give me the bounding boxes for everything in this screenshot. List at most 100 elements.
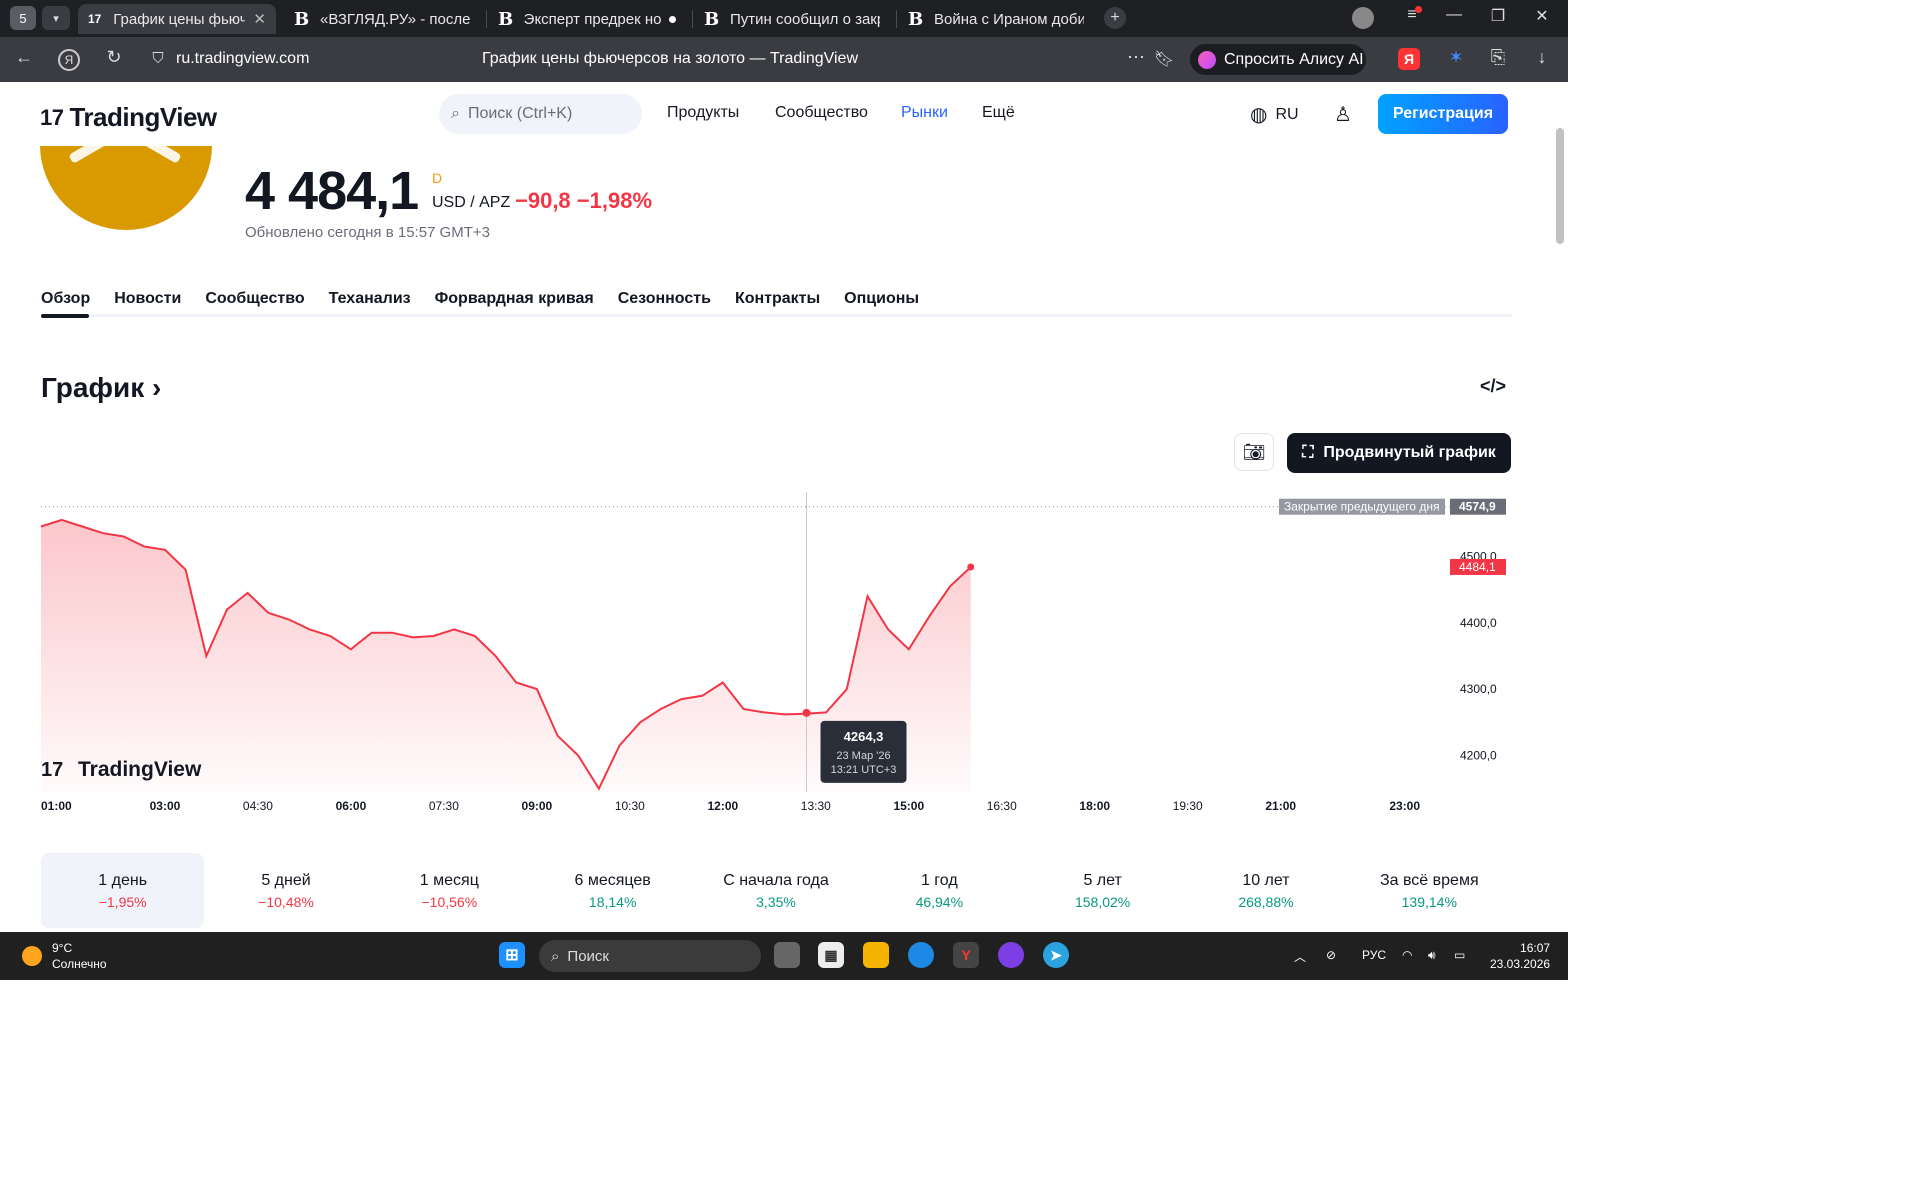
site-info-shield-icon[interactable]: ⛉ [146, 50, 170, 67]
x-tick-label: 06:00 [336, 799, 367, 813]
translate-icon[interactable]: ⎘ [1486, 47, 1510, 68]
new-tab-button[interactable]: + [1104, 7, 1126, 29]
minimize-icon[interactable]: — [1442, 6, 1466, 24]
nav-more[interactable]: Ещё [982, 104, 1015, 122]
store-icon[interactable]: ▦ [818, 942, 844, 968]
file-explorer-icon[interactable] [863, 942, 889, 968]
language-switcher[interactable]: ◍ RU [1250, 102, 1299, 127]
performance-period[interactable]: 1 месяц −10,56% [368, 853, 531, 928]
tab-separator [896, 10, 897, 28]
taskbar-search-label: Поиск [567, 947, 609, 965]
back-icon[interactable]: ← [12, 47, 36, 68]
edge-icon[interactable] [908, 942, 934, 968]
page-content: 4 484,1 D USD / АРZ −90,8 −1,98% Обновле… [0, 146, 1552, 932]
yandex-home-icon[interactable]: Я [58, 49, 80, 71]
yandex-icon[interactable]: Я [1398, 48, 1420, 70]
y-tick-label: 4300,0 [1460, 682, 1497, 696]
wifi-icon[interactable]: ◠ [1402, 948, 1412, 962]
start-icon[interactable]: ⊞ [499, 942, 525, 968]
price-chart[interactable]: Закрытие предыдущего дня 4574,9 4264,3 23 М… [0, 492, 1552, 822]
subtab-technicals[interactable]: Теханализ [329, 290, 411, 308]
ask-alice-button[interactable]: Спросить Алису AI [1190, 44, 1366, 75]
tab-vzglyad[interactable]: B «ВЗГЛЯД.РУ» - последние [284, 4, 482, 34]
tab-putin[interactable]: B Путин сообщил о закреп [694, 4, 892, 34]
battery-icon[interactable]: ▭ [1454, 948, 1465, 962]
tab-tradingview[interactable]: 17 График цены фьючерсов на ✕ [78, 4, 276, 34]
url-field[interactable]: ru.tradingview.com [176, 50, 309, 68]
period-badge: D [432, 170, 443, 186]
scrollbar-thumb[interactable] [1556, 128, 1564, 244]
period-change: −10,56% [421, 893, 478, 910]
volume-icon[interactable]: 🔊︎ [1428, 948, 1436, 963]
chart-watermark: TradingView [78, 758, 202, 781]
subtab-community[interactable]: Сообщество [205, 290, 304, 308]
performance-period[interactable]: 10 лет 268,88% [1184, 853, 1347, 928]
x-tick-label: 09:00 [522, 799, 553, 813]
restore-icon[interactable]: ❐ [1486, 6, 1510, 26]
embed-code-icon[interactable]: </> [1480, 376, 1506, 397]
last-price-label: 4484,1 [1459, 560, 1496, 574]
vzglyad-favicon-icon: B [294, 8, 310, 30]
performance-period[interactable]: 6 месяцев 18,14% [531, 853, 694, 928]
telegram-icon[interactable]: ➤ [1043, 942, 1069, 968]
vzglyad-favicon-icon: B [704, 8, 720, 30]
tradingview-logo[interactable]: 17 TradingView [40, 102, 217, 133]
performance-period[interactable]: С начала года 3,35% [694, 853, 857, 928]
close-tab-icon[interactable]: ✕ [253, 10, 266, 28]
subtab-overview[interactable]: Обзор [41, 290, 90, 308]
subtab-contracts[interactable]: Контракты [735, 290, 820, 308]
tab-list-dropdown-icon[interactable]: ▾ [42, 6, 70, 30]
subtab-news[interactable]: Новости [114, 290, 181, 308]
clock[interactable]: 16:07 23.03.2026 [1490, 940, 1550, 972]
more-icon[interactable]: ⋯ [1124, 47, 1148, 68]
page-title-display: График цены фьючерсов на золото — Tradin… [482, 50, 859, 67]
crosshair-dot [802, 708, 811, 717]
performance-period[interactable]: За всё время 139,14% [1348, 853, 1511, 928]
downloads-icon[interactable]: ↓ [1530, 47, 1554, 68]
user-icon[interactable]: ♙ [1334, 102, 1352, 127]
performance-period[interactable]: 5 дней −10,48% [204, 853, 367, 928]
nav-markets[interactable]: Рынки [901, 104, 948, 122]
tab-iran[interactable]: B Война с Ираном добивает [898, 4, 1096, 34]
nav-products[interactable]: Продукты [667, 104, 739, 122]
symbol-subtabs: Обзор Новости Сообщество Теханализ Форва… [41, 290, 919, 308]
subtab-options[interactable]: Опционы [844, 290, 919, 308]
last-price: 4 484,1 [245, 161, 419, 221]
tor-browser-icon[interactable] [998, 942, 1024, 968]
vzglyad-favicon-icon: B [908, 8, 924, 30]
weather-widget[interactable]: 9°C Солнечно [22, 940, 107, 972]
search-icon: ⌕ [451, 105, 460, 122]
bookmark-icon[interactable]: 🔖︎ [1152, 49, 1176, 69]
address-bar: ← Я ↻ ⛉ ru.tradingview.com График цены ф… [0, 37, 1568, 82]
alice-icon [1198, 50, 1216, 69]
price-change: −90,8 −1,98% [515, 188, 652, 214]
performance-period[interactable]: 5 лет 158,02% [1021, 853, 1184, 928]
input-language[interactable]: РУС [1362, 948, 1386, 962]
globe-icon: ◍ [1250, 104, 1268, 126]
advanced-chart-button[interactable]: ⛶ Продвинутый график [1287, 433, 1511, 473]
extension-icon[interactable]: ✶ [1444, 47, 1468, 68]
task-view-icon[interactable] [774, 942, 800, 968]
profile-avatar[interactable] [1352, 7, 1374, 29]
menu-icon[interactable]: ≡ [1400, 6, 1424, 24]
tab-expert[interactable]: B Эксперт предрек новые [488, 4, 686, 34]
performance-period[interactable]: 1 день −1,95% [41, 853, 205, 928]
chart-section-title[interactable]: График › [41, 372, 161, 404]
x-tick-label: 03:00 [150, 799, 181, 813]
close-window-icon[interactable]: ✕ [1530, 6, 1554, 26]
signup-button[interactable]: Регистрация [1378, 94, 1508, 134]
y-tick-label: 4200,0 [1460, 749, 1497, 763]
network-off-icon[interactable]: ⊘ [1326, 948, 1336, 962]
camera-icon[interactable]: 📷︎ [1234, 433, 1274, 471]
tab-counter[interactable]: 5 [10, 6, 36, 30]
subtab-forward-curve[interactable]: Форвардная кривая [435, 290, 594, 308]
taskbar-search[interactable]: ⌕ Поиск [539, 940, 761, 972]
performance-period[interactable]: 1 год 46,94% [858, 853, 1021, 928]
tray-overflow-icon[interactable]: ︿ [1294, 948, 1306, 965]
yandex-browser-icon[interactable]: Y [953, 942, 979, 968]
nav-community[interactable]: Сообщество [775, 104, 868, 122]
subtab-seasonals[interactable]: Сезонность [618, 290, 711, 308]
site-search[interactable]: ⌕ Поиск (Ctrl+K) [439, 94, 642, 134]
tab-title: Эксперт предрек новые [523, 10, 662, 28]
reload-icon[interactable]: ↻ [102, 47, 126, 68]
